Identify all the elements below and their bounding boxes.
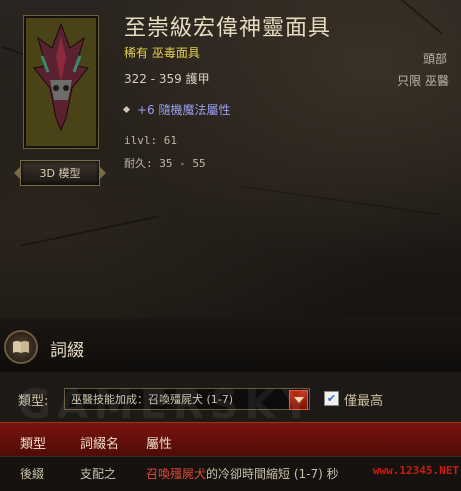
item-level: ilvl: 61 <box>124 134 177 147</box>
item-portrait <box>23 15 99 149</box>
item-tooltip-panel: 3D 模型 至崇級宏偉神靈面具 稀有 巫毒面具 322 - 359 護甲 頭部 … <box>0 0 461 318</box>
highest-only-label: 僅最高 <box>344 394 384 409</box>
item-name: 至崇級宏偉神靈面具 <box>124 16 332 41</box>
header-attribute: 屬性 <box>146 437 173 452</box>
affix-table-header: 類型 詞綴名 屬性 <box>0 422 461 457</box>
3d-model-button[interactable]: 3D 模型 <box>14 160 106 186</box>
section-title: 詞綴 <box>50 341 84 361</box>
skill-name: 召喚殭屍犬 <box>146 467 207 481</box>
item-class-requirement: 只限 巫醫 <box>397 74 449 88</box>
item-armor: 322 - 359 護甲 <box>124 72 210 86</box>
attribute-rest: 的冷卻時間縮短 (1-7) 秒 <box>206 467 339 481</box>
texture-crack <box>387 0 443 35</box>
header-affix-name: 詞綴名 <box>80 437 120 452</box>
site-watermark: www.12345.NET <box>372 464 459 477</box>
book-icon <box>4 330 38 364</box>
affix-section-header: 詞綴 <box>0 318 461 373</box>
item-slot: 頭部 <box>422 52 447 66</box>
row-type: 後綴 <box>20 467 45 481</box>
row-attribute: 召喚殭屍犬的冷卻時間縮短 (1-7) 秒 <box>146 465 339 482</box>
item-durability: 耐久: 35 - 55 <box>124 157 206 170</box>
item-affix: +6 隨機魔法屬性 <box>122 101 231 118</box>
texture-crack <box>21 215 159 247</box>
header-type: 類型 <box>20 437 47 452</box>
affix-text: +6 隨機魔法屬性 <box>137 103 231 117</box>
bullet-diamond-icon <box>122 105 131 114</box>
highest-only-checkbox[interactable]: ✔ <box>324 391 339 406</box>
texture-crack <box>240 186 440 215</box>
3d-model-label: 3D 模型 <box>39 167 81 180</box>
row-affix-name: 支配之 <box>80 467 117 481</box>
item-rarity-type: 稀有 巫毒面具 <box>124 46 200 60</box>
voodoo-mask-icon <box>33 22 89 132</box>
